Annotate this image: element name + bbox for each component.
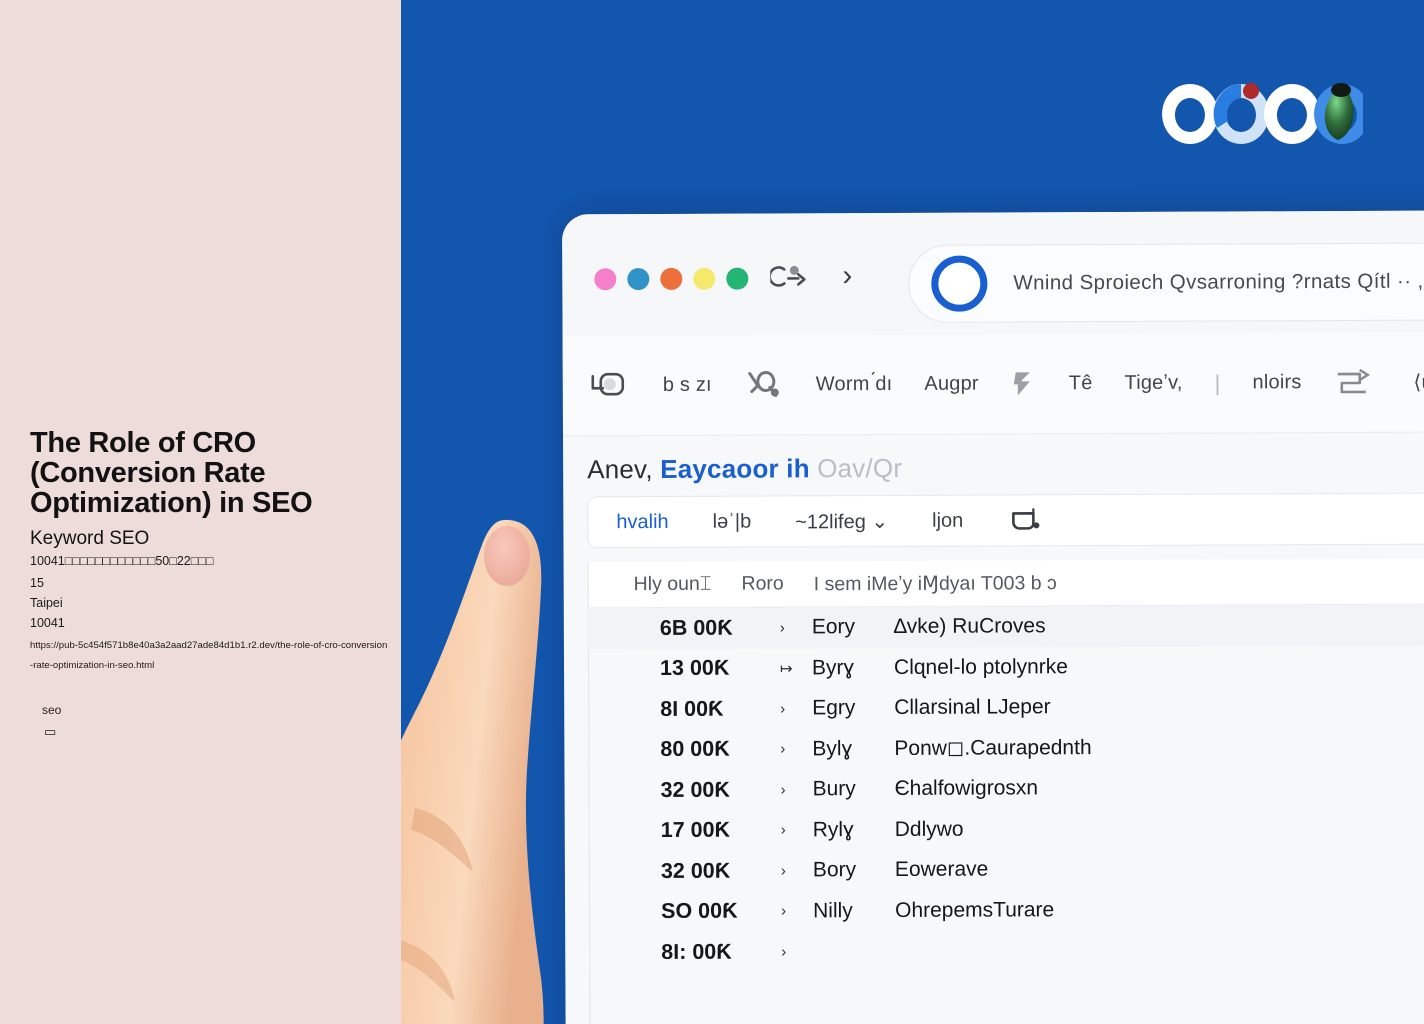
- filter-cart-icon[interactable]: [1007, 505, 1047, 535]
- browser-window: › Wnind Sproiech Qvsarroning ?rnats Qítl…: [562, 209, 1424, 1024]
- row-desc: Eowerave: [894, 857, 989, 882]
- blue-stage: › Wnind Sproiech Qvsarroning ?rnats Qítl…: [401, 0, 1424, 1024]
- row-desc: Єhalfowigrosxn: [894, 776, 1039, 801]
- page-title: The Role of CRO (Conversion Rate Optimiz…: [30, 427, 313, 519]
- left-info-panel: The Role of CRO (Conversion Rate Optimiz…: [0, 0, 401, 1024]
- toolbar-icon-3[interactable]: [1011, 366, 1037, 402]
- row-tag: Egry: [812, 696, 856, 720]
- row-desc: OhrepemsTurare: [895, 898, 1055, 922]
- table-row[interactable]: 6B 00Ƙ › Eory ∆vke) RuCroves: [587, 603, 1424, 649]
- results-heading: Anev, Eaycaoor ih Oav/Qr: [587, 453, 902, 485]
- row-tag: Eory: [811, 615, 856, 639]
- meta-address: 10041□□□□□□□□□□□□50□22□□□: [30, 554, 214, 568]
- row-arrow-icon: ›: [780, 862, 786, 880]
- table-row[interactable]: 32 00Ƙ › Bory Eowerave: [589, 847, 1424, 892]
- results-heading-part2: Eaycaoor ih: [660, 453, 810, 484]
- table-row[interactable]: 17 00Ƙ › Rylɣ Ddlywo: [589, 806, 1424, 851]
- row-arrow-icon: ›: [780, 821, 786, 839]
- window-dot-blue[interactable]: [627, 268, 650, 291]
- table-row[interactable]: 80 00Ƙ › Bylɣ Ponw◻.Caurapednth: [588, 725, 1424, 770]
- chevron-right-icon[interactable]: ›: [842, 259, 852, 292]
- toolbar-icon-2[interactable]: [744, 365, 784, 405]
- col-header-roro[interactable]: Roro: [741, 572, 783, 595]
- toolbar-item-nloirs[interactable]: nloirs: [1252, 371, 1301, 394]
- row-volume: SO 00Ƙ: [661, 898, 738, 924]
- navigation-icons: ›: [770, 259, 852, 292]
- toolbar-item-tigev[interactable]: Tigeʼv,: [1124, 372, 1182, 395]
- row-arrow-icon: ›: [780, 740, 786, 758]
- toolbar-item-bszi[interactable]: b s zı: [663, 374, 712, 397]
- row-arrow-icon: ›: [780, 781, 786, 799]
- source-url[interactable]: https://pub-5c454f571b8e40a3a2aad27ade84…: [30, 636, 388, 676]
- row-volume: 32 00Ƙ: [660, 777, 730, 802]
- row-desc: ∆vke) RuCroves: [893, 614, 1046, 639]
- row-tag: Byrɣ: [811, 655, 855, 680]
- row-arrow-icon: ›: [780, 700, 786, 718]
- toolbar-item-augpr[interactable]: Augpr: [924, 373, 978, 396]
- table-column-header: Hly oun⌶ Roro I sem iMeʼy iⱮdyaı T003 b …: [587, 557, 1424, 609]
- filter-lejb[interactable]: ləʾ|b: [713, 510, 752, 533]
- history-back-icon[interactable]: [770, 261, 810, 291]
- filter-12lifeg[interactable]: ~12lifeg ⌄: [795, 508, 888, 533]
- row-tag: Bory: [812, 858, 857, 882]
- toolbar-item-ural[interactable]: ⟨ural: [1413, 370, 1424, 395]
- row-arrow-icon: ›: [781, 902, 787, 920]
- row-desc: Cllarsinal LJeper: [894, 695, 1051, 720]
- row-volume: 13 00Ƙ: [659, 655, 730, 681]
- window-dot-green[interactable]: [726, 267, 749, 290]
- toolbar-item-wormdi[interactable]: Worm ́dı: [816, 373, 893, 396]
- results-heading-part3: Oav/Qr: [817, 452, 903, 484]
- results-table: 6B 00Ƙ › Eory ∆vke) RuCroves 13 00Ƙ ↦ By…: [587, 603, 1424, 973]
- browser-chrome-bar: › Wnind Sproiech Qvsarroning ?rnats Qítl…: [562, 209, 1424, 337]
- col-header-volume[interactable]: Hly oun⌶: [634, 573, 712, 596]
- row-tag: Bylɣ: [812, 736, 853, 761]
- window-dot-pink[interactable]: [594, 268, 617, 291]
- row-volume: 80 00Ƙ: [660, 736, 730, 762]
- filter-ljon[interactable]: ljon: [932, 509, 963, 532]
- results-heading-part1: Anev,: [587, 454, 653, 485]
- toolbar-icon-1[interactable]: [585, 366, 631, 406]
- window-dot-yellow[interactable]: [693, 267, 716, 290]
- filter-hvalih[interactable]: hvalih: [616, 510, 668, 533]
- window-control-dots[interactable]: [594, 267, 749, 291]
- meta-city: Taipei: [30, 596, 63, 610]
- row-volume: 17 00Ƙ: [660, 817, 731, 843]
- toolbar-separator: |: [1214, 370, 1221, 396]
- browser-toolbar[interactable]: b s zı Worm ́dı Augpr Tê Tigeʼv, | nloir…: [562, 331, 1424, 437]
- row-volume: 8I: 00Ƙ: [661, 939, 732, 964]
- row-tag: Nilly: [813, 898, 853, 923]
- row-desc: Ponw◻.Caurapednth: [894, 736, 1092, 761]
- table-row[interactable]: 8I: 00Ƙ ›: [589, 928, 1424, 973]
- row-volume: 6B 00Ƙ: [659, 615, 733, 640]
- row-arrow-icon: ›: [779, 619, 785, 637]
- table-row[interactable]: 8I 00Ƙ › Egry Cllarsinal LJeper: [588, 685, 1424, 730]
- address-bar[interactable]: Wnind Sproiech Qvsarroning ?rnats Qítl ·…: [908, 241, 1424, 323]
- brand-logo-icon: [1162, 83, 1363, 144]
- meta-zip: 10041: [30, 616, 65, 630]
- row-arrow-icon: ›: [781, 943, 787, 961]
- tag-seo[interactable]: seo: [42, 703, 61, 717]
- table-row[interactable]: SO 00Ƙ › Nilly OhrepemsTurare: [589, 887, 1424, 932]
- row-desc: Clɋnel-lo ptolynrke: [893, 654, 1068, 679]
- row-tag: Rylɣ: [812, 817, 854, 842]
- row-tag: Bury: [812, 777, 856, 801]
- window-dot-orange[interactable]: [660, 267, 683, 290]
- meta-number: 15: [30, 576, 44, 590]
- address-bar-text: Wnind Sproiech Qvsarroning ?rnats Qítl ·…: [1013, 269, 1424, 295]
- table-row[interactable]: 13 00Ƙ ↦ Byrɣ Clɋnel-lo ptolynrke: [588, 644, 1424, 689]
- row-volume: 32 00Ƙ: [660, 858, 731, 883]
- toolbar-item-te[interactable]: Tê: [1069, 372, 1093, 395]
- col-header-desc[interactable]: I sem iMeʼy iⱮdyaı T003 b ɔ: [814, 571, 1057, 596]
- row-volume: 8I 00Ƙ: [660, 696, 724, 721]
- row-arrow-icon: ↦: [779, 660, 793, 678]
- tag-box-icon: ▭: [44, 725, 57, 740]
- article-subtitle: Keyword SEO: [30, 528, 150, 549]
- search-ring-icon: [931, 255, 988, 312]
- table-row[interactable]: 32 00Ƙ › Bury Єhalfowigrosxn: [588, 766, 1424, 811]
- filter-bar[interactable]: hvalih ləʾ|b ~12lifeg ⌄ ljon: [587, 491, 1424, 549]
- toolbar-icon-4[interactable]: [1333, 365, 1381, 399]
- row-desc: Ddlywo: [894, 817, 964, 841]
